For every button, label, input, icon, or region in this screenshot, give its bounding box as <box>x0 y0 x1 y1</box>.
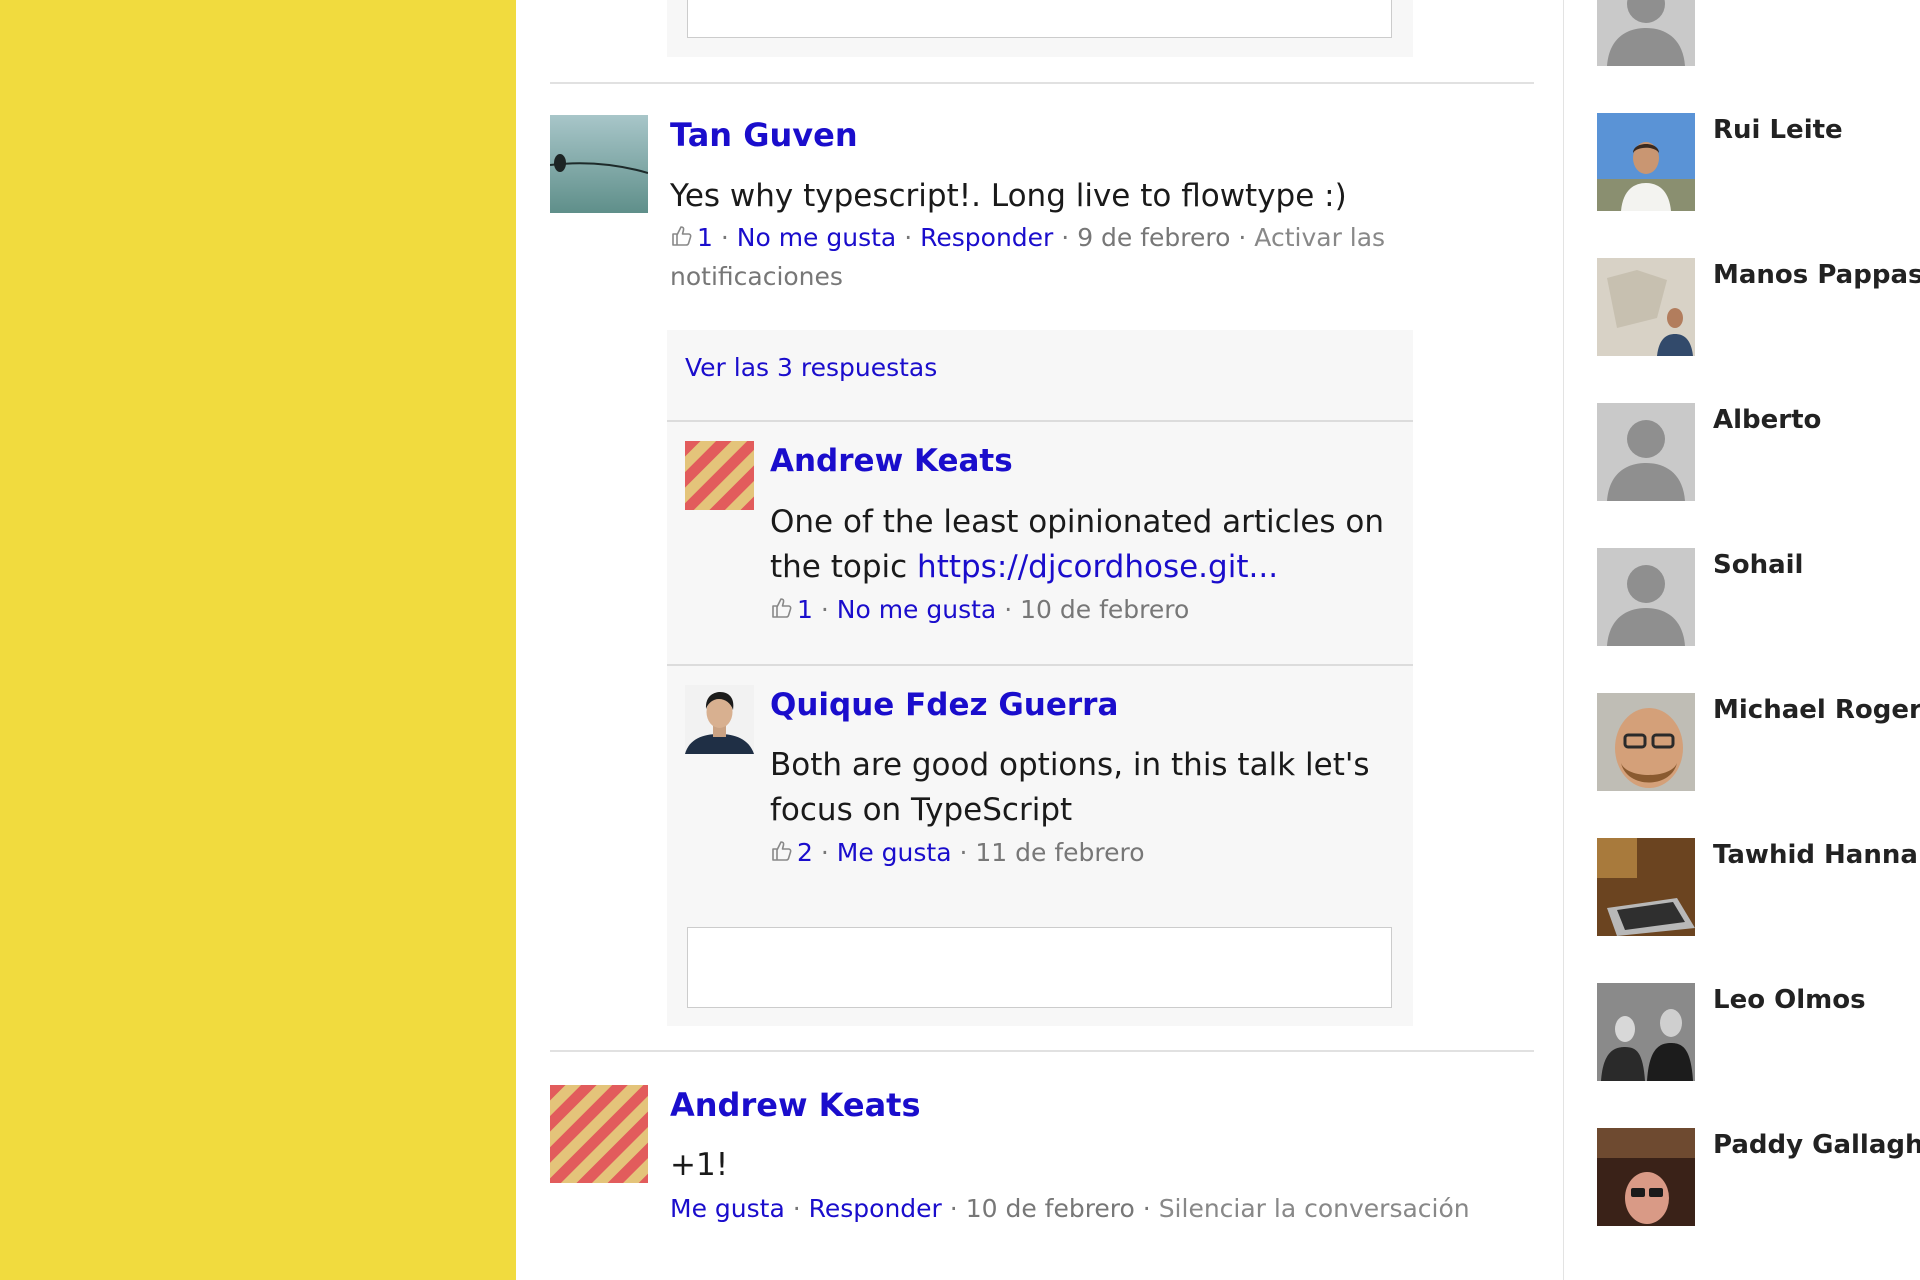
like-button[interactable]: Me gusta <box>837 838 952 867</box>
default-avatar-icon <box>1597 403 1695 501</box>
person-name[interactable]: Tawhid Hannan <box>1713 838 1920 872</box>
notifications-toggle-continued[interactable]: notificaciones <box>670 257 843 297</box>
tan-guven-avatar[interactable] <box>550 115 648 213</box>
show-replies-link[interactable]: Ver las 3 respuestas <box>685 350 937 386</box>
reply-date: 11 de febrero <box>975 838 1145 867</box>
person-photo-icon <box>1597 1128 1695 1226</box>
person-name[interactable]: Alberto <box>1713 403 1821 437</box>
person-name[interactable]: Manos Pappas <box>1713 258 1920 292</box>
person-avatar[interactable] <box>1597 693 1695 791</box>
previous-reply-input[interactable] <box>687 0 1392 38</box>
person-photo-icon <box>1597 258 1695 356</box>
comment-author[interactable]: Andrew Keats <box>670 1085 921 1125</box>
person-avatar[interactable] <box>1597 548 1695 646</box>
reply-input[interactable] <box>687 927 1392 1008</box>
person-avatar[interactable] <box>1597 1128 1695 1226</box>
like-count: 2 <box>797 838 813 867</box>
person-avatar[interactable] <box>1597 0 1695 66</box>
reply-author[interactable]: Quique Fdez Guerra <box>770 685 1118 725</box>
person-avatar[interactable] <box>1597 258 1695 356</box>
reply-text: One of the least opinionated articles on… <box>770 504 1385 585</box>
replies-block <box>667 330 1413 1026</box>
person-name[interactable]: Michael Roger <box>1713 693 1920 727</box>
reply-meta: 1 · No me gusta · 10 de febrero <box>770 590 1189 630</box>
reply-date: 10 de febrero <box>1020 595 1190 624</box>
reply-button[interactable]: Responder <box>809 1194 942 1223</box>
comment-meta: Me gusta · Responder · 10 de febrero · S… <box>670 1194 1470 1223</box>
comment-meta: 1 · No me gusta · Responder · 9 de febre… <box>670 218 1410 258</box>
like-count: 1 <box>697 223 713 252</box>
like-count: 1 <box>797 595 813 624</box>
person-photo-icon <box>1597 838 1695 936</box>
person-photo-icon <box>1597 693 1695 791</box>
unlike-button[interactable]: No me gusta <box>837 595 997 624</box>
default-avatar-icon <box>1597 0 1695 66</box>
mute-conversation-button[interactable]: Silenciar la conversación <box>1159 1194 1470 1223</box>
comment-date: 9 de febrero <box>1077 223 1231 252</box>
person-name[interactable]: Leo Olmos <box>1713 983 1866 1017</box>
like-button[interactable]: Me gusta <box>670 1194 785 1223</box>
thumbs-up-icon <box>670 224 694 248</box>
reply-separator <box>667 664 1413 666</box>
reply-separator <box>667 420 1413 422</box>
comment-date: 10 de febrero <box>965 1194 1135 1223</box>
reply-author[interactable]: Andrew Keats <box>770 441 1013 481</box>
person-avatar[interactable] <box>1597 838 1695 936</box>
quique-avatar[interactable] <box>685 685 754 754</box>
reply-button[interactable]: Responder <box>920 223 1053 252</box>
thumbs-up-icon <box>770 839 794 863</box>
person-name[interactable]: Sohail <box>1713 548 1803 582</box>
comment-text: Yes why typescript!. Long live to flowty… <box>670 178 1347 214</box>
striped-avatar-icon <box>685 441 754 510</box>
thumbs-up-icon <box>770 596 794 620</box>
article-link[interactable]: https://djcordhose.git... <box>917 549 1278 585</box>
comment-separator <box>550 1050 1534 1052</box>
comment-separator <box>550 82 1534 84</box>
andrew-keats-avatar[interactable] <box>685 441 754 510</box>
striped-avatar-icon <box>550 1085 648 1183</box>
person-avatar[interactable] <box>1597 113 1695 211</box>
person-name[interactable]: Paddy Gallagher <box>1713 1128 1920 1162</box>
person-photo-icon <box>1597 113 1695 211</box>
unlike-button[interactable]: No me gusta <box>737 223 897 252</box>
yellow-side-panel <box>0 0 516 1280</box>
portrait-photo-icon <box>685 685 754 754</box>
default-avatar-icon <box>1597 548 1695 646</box>
person-name[interactable]: Rui Leite <box>1713 113 1843 147</box>
reply-meta: 2 · Me gusta · 11 de febrero <box>770 833 1145 873</box>
sky-photo-icon <box>550 115 648 213</box>
person-avatar[interactable] <box>1597 403 1695 501</box>
person-avatar[interactable] <box>1597 983 1695 1081</box>
reply-text: Both are good options, in this talk let'… <box>770 747 1370 828</box>
person-photo-icon <box>1597 983 1695 1081</box>
comment-author[interactable]: Tan Guven <box>670 115 858 155</box>
comment-text: +1! <box>670 1147 729 1183</box>
andrew-keats-avatar[interactable] <box>550 1085 648 1183</box>
notifications-toggle[interactable]: Activar las <box>1254 223 1385 252</box>
